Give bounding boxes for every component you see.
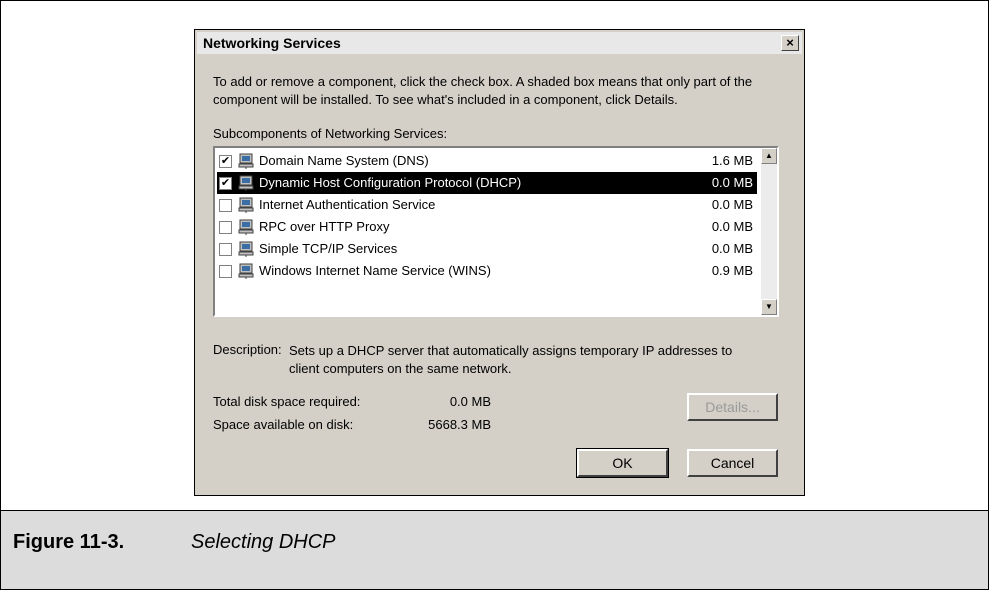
description-text: Sets up a DHCP server that automatically… — [289, 343, 733, 376]
figure-caption: Figure 11-3. Selecting DHCP — [1, 511, 988, 589]
scroll-down-button[interactable]: ▼ — [761, 299, 777, 315]
component-checkbox[interactable] — [219, 221, 232, 234]
arrow-up-icon: ▲ — [765, 151, 773, 160]
component-size: 0.0 MB — [711, 219, 753, 234]
total-space-value: 0.0 MB — [449, 394, 491, 409]
component-checkbox[interactable] — [219, 243, 232, 256]
figure-frame: Networking Services × To add or remove a… — [0, 0, 989, 590]
network-computer-icon — [238, 219, 254, 235]
vertical-scrollbar[interactable]: ▲ ▼ — [761, 148, 777, 315]
component-name: Dynamic Host Configuration Protocol (DHC… — [259, 175, 522, 190]
list-item[interactable]: ✔ Dynamic Host Configuration Protocol (DH… — [217, 172, 757, 194]
cancel-button[interactable]: Cancel — [687, 449, 778, 477]
figure-number: Figure 11-3. — [13, 531, 125, 553]
ok-button[interactable]: OK — [576, 448, 669, 478]
instructions-text: To add or remove a component, click the … — [213, 74, 753, 107]
figure-title: Selecting DHCP — [191, 531, 336, 553]
subcomponents-label: Subcomponents of Networking Services: — [213, 126, 448, 141]
close-button[interactable]: × — [781, 35, 799, 51]
component-name: Internet Authentication Service — [259, 197, 436, 212]
component-name: Windows Internet Name Service (WINS) — [259, 263, 491, 278]
component-name: RPC over HTTP Proxy — [259, 219, 390, 234]
component-size: 0.0 MB — [711, 175, 753, 190]
network-computer-icon — [238, 153, 254, 169]
network-computer-icon — [238, 197, 254, 213]
network-computer-icon — [238, 241, 254, 257]
scroll-up-button[interactable]: ▲ — [761, 148, 777, 164]
component-name: Simple TCP/IP Services — [259, 241, 398, 256]
subcomponents-list[interactable]: ✔ Domain Name System (DNS) 1.6 MB ✔ Dynamic … — [213, 146, 779, 317]
description-label: Description: — [213, 342, 282, 357]
component-checkbox[interactable] — [219, 199, 232, 212]
list-item[interactable]: Simple TCP/IP Services 0.0 MB — [217, 238, 757, 260]
arrow-down-icon: ▼ — [765, 302, 773, 311]
component-checkbox[interactable]: ✔ — [219, 177, 232, 190]
list-item[interactable]: Windows Internet Name Service (WINS) 0.9 … — [217, 260, 757, 282]
component-checkbox[interactable]: ✔ — [219, 155, 232, 168]
details-button[interactable]: Details... — [687, 393, 778, 421]
list-item[interactable]: RPC over HTTP Proxy 0.0 MB — [217, 216, 757, 238]
component-size: 0.9 MB — [711, 263, 753, 278]
component-size: 1.6 MB — [711, 153, 753, 168]
component-size: 0.0 MB — [711, 197, 753, 212]
available-space-label: Space available on disk: — [213, 417, 354, 432]
component-checkbox[interactable] — [219, 265, 232, 278]
networking-services-dialog: Networking Services × To add or remove a… — [194, 29, 805, 496]
component-size: 0.0 MB — [711, 241, 753, 256]
component-name: Domain Name System (DNS) — [259, 153, 429, 168]
list-item[interactable]: ✔ Domain Name System (DNS) 1.6 MB — [217, 150, 757, 172]
dialog-title: Networking Services — [203, 35, 341, 51]
network-computer-icon — [238, 263, 254, 279]
total-space-label: Total disk space required: — [213, 394, 361, 409]
title-bar[interactable]: Networking Services × — [197, 32, 802, 54]
list-item[interactable]: Internet Authentication Service 0.0 MB — [217, 194, 757, 216]
screenshot-area: Networking Services × To add or remove a… — [1, 1, 988, 511]
available-space-value: 5668.3 MB — [428, 417, 491, 432]
network-computer-icon — [238, 175, 254, 191]
